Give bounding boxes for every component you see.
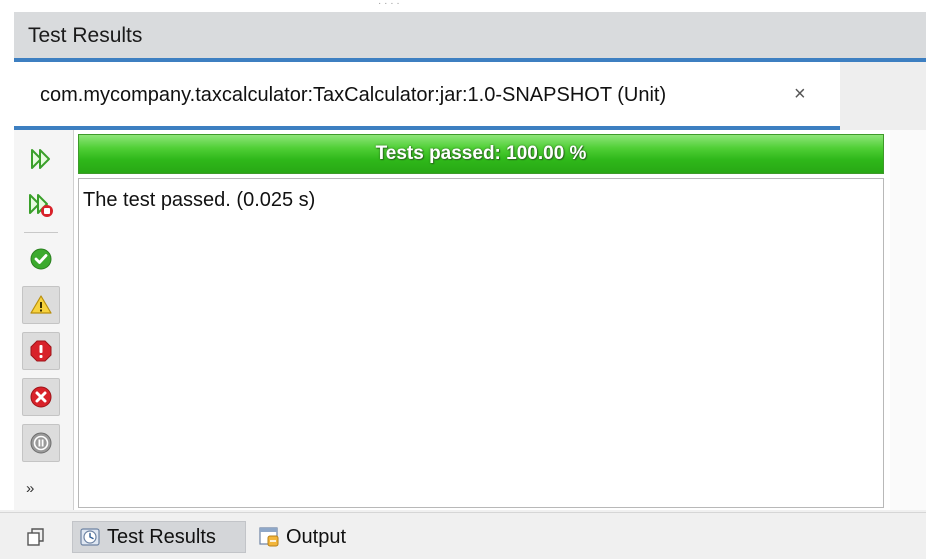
test-results-window: · · · · Test Results com.mycompany.taxca… (0, 0, 926, 559)
toolbar-separator (24, 232, 58, 233)
test-progress-bar: Tests passed: 100.00 % (78, 134, 884, 174)
test-output-pane[interactable]: The test passed. (0.025 s) (78, 178, 884, 508)
tab-output[interactable]: Output (252, 521, 382, 553)
test-toolbar: » (14, 130, 74, 510)
aborted-icon (30, 432, 52, 454)
rerun-failed-icon (29, 194, 53, 217)
output-icon (259, 527, 279, 547)
top-strip: · · · · (0, 0, 926, 12)
test-results-icon (80, 528, 100, 546)
tab-output-label: Output (286, 525, 347, 548)
failure-icon (30, 340, 52, 362)
top-strip-glyphs: · · · · (378, 0, 400, 8)
close-icon[interactable]: × (794, 83, 806, 105)
tab-test-results-label: Test Results (107, 525, 216, 548)
show-aborted-button[interactable] (22, 424, 60, 462)
rerun-button[interactable] (22, 140, 60, 178)
test-results-content: » Tests passed: 100.00 % The test passed… (14, 130, 926, 510)
restore-window-icon[interactable] (26, 527, 46, 547)
document-tab[interactable]: com.mycompany.taxcalculator:TaxCalculato… (14, 62, 840, 130)
document-tab-strip: com.mycompany.taxcalculator:TaxCalculato… (14, 62, 926, 130)
show-failures-button[interactable] (22, 332, 60, 370)
show-passed-icon (30, 248, 52, 270)
progress-label: Tests passed: 100.00 % (375, 143, 587, 164)
left-edge (0, 12, 14, 510)
show-passed-button[interactable] (22, 240, 60, 278)
right-gutter (890, 130, 926, 510)
toolbar-overflow-button[interactable]: » (26, 480, 34, 497)
rerun-icon (31, 149, 50, 169)
window-title-bar[interactable]: Test Results (14, 12, 926, 62)
tab-test-results[interactable]: Test Results (72, 521, 246, 553)
document-tab-label: com.mycompany.taxcalculator:TaxCalculato… (40, 84, 667, 106)
warning-icon (30, 295, 52, 314)
output-line: The test passed. (0.025 s) (83, 189, 316, 211)
show-passed-with-errors-button[interactable] (22, 286, 60, 324)
rerun-failed-button[interactable] (22, 186, 60, 224)
bottom-tab-bar: Test Results Output (0, 512, 926, 559)
show-errors-button[interactable] (22, 378, 60, 416)
error-icon (30, 386, 52, 408)
window-title: Test Results (28, 24, 143, 47)
